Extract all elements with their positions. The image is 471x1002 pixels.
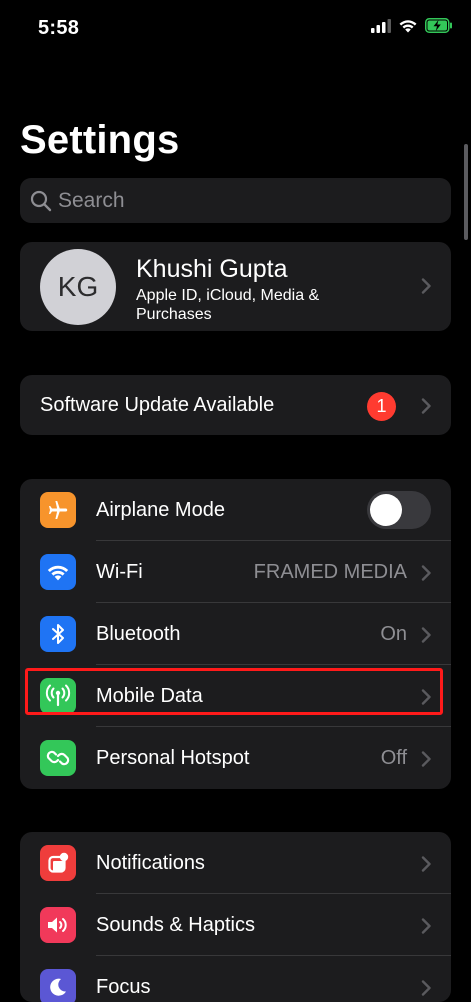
chevron-right-icon <box>421 627 431 643</box>
notifications-icon <box>40 845 76 881</box>
sounds-haptics-label: Sounds & Haptics <box>96 914 255 936</box>
wifi-label: Wi-Fi <box>96 561 143 583</box>
status-time: 5:58 <box>38 17 80 39</box>
notification-badge: 1 <box>367 392 396 421</box>
status-icons <box>371 18 453 38</box>
avatar: KG <box>40 249 116 325</box>
page-title: Settings <box>20 118 180 162</box>
apple-id-profile-row[interactable]: KG Khushi Gupta Apple ID, iCloud, Media … <box>20 242 451 331</box>
toggle-knob <box>370 494 402 526</box>
bluetooth-label: Bluetooth <box>96 623 181 645</box>
mobile-data-label: Mobile Data <box>96 685 203 707</box>
antenna-icon <box>40 678 76 714</box>
profile-subtitle: Apple ID, iCloud, Media & Purchases <box>136 287 320 323</box>
sounds-haptics-row[interactable]: Sounds & Haptics <box>20 894 451 956</box>
focus-label: Focus <box>96 976 151 998</box>
airplane-mode-toggle[interactable] <box>367 491 431 529</box>
airplane-mode-row[interactable]: Airplane Mode <box>20 479 451 541</box>
chevron-right-icon <box>421 980 431 996</box>
wifi-network-value: FRAMED MEDIA <box>253 561 407 583</box>
search-input[interactable] <box>58 188 451 213</box>
wifi-status-icon <box>398 18 418 38</box>
chevron-right-icon <box>421 918 431 934</box>
hotspot-icon <box>40 740 76 776</box>
general-group: Notifications Sounds & Haptics Focus <box>20 832 451 1002</box>
notifications-row[interactable]: Notifications <box>20 832 451 894</box>
notifications-label: Notifications <box>96 852 205 874</box>
moon-icon <box>40 969 76 1002</box>
status-bar: 5:58 <box>0 0 471 58</box>
airplane-icon <box>40 492 76 528</box>
chevron-right-icon <box>421 856 431 872</box>
software-update-row[interactable]: Software Update Available 1 <box>20 375 451 435</box>
chevron-right-icon <box>421 278 431 294</box>
scroll-indicator[interactable] <box>464 144 468 240</box>
chevron-right-icon <box>421 398 431 414</box>
focus-row[interactable]: Focus <box>20 956 451 1002</box>
wifi-row[interactable]: Wi-Fi FRAMED MEDIA <box>20 541 451 603</box>
chevron-right-icon <box>421 751 431 767</box>
bluetooth-icon <box>40 616 76 652</box>
bluetooth-row[interactable]: Bluetooth On <box>20 603 451 665</box>
cellular-signal-icon <box>371 18 391 38</box>
connectivity-group: Airplane Mode Wi-Fi FRAMED MEDIA Bluetoo… <box>20 479 451 789</box>
personal-hotspot-row[interactable]: Personal Hotspot Off <box>20 727 451 789</box>
mobile-data-row[interactable]: Mobile Data <box>20 665 451 727</box>
profile-name: Khushi Gupta <box>136 255 288 283</box>
personal-hotspot-label: Personal Hotspot <box>96 747 250 769</box>
software-update-label: Software Update Available <box>40 394 275 416</box>
battery-charging-icon <box>425 18 453 38</box>
speaker-icon <box>40 907 76 943</box>
personal-hotspot-value: Off <box>380 747 407 769</box>
chevron-right-icon <box>421 565 431 581</box>
search-bar[interactable] <box>20 178 451 223</box>
bluetooth-status-value: On <box>380 623 407 645</box>
airplane-mode-label: Airplane Mode <box>96 499 225 521</box>
wifi-icon <box>40 554 76 590</box>
chevron-right-icon <box>421 689 431 705</box>
search-icon <box>30 190 52 212</box>
